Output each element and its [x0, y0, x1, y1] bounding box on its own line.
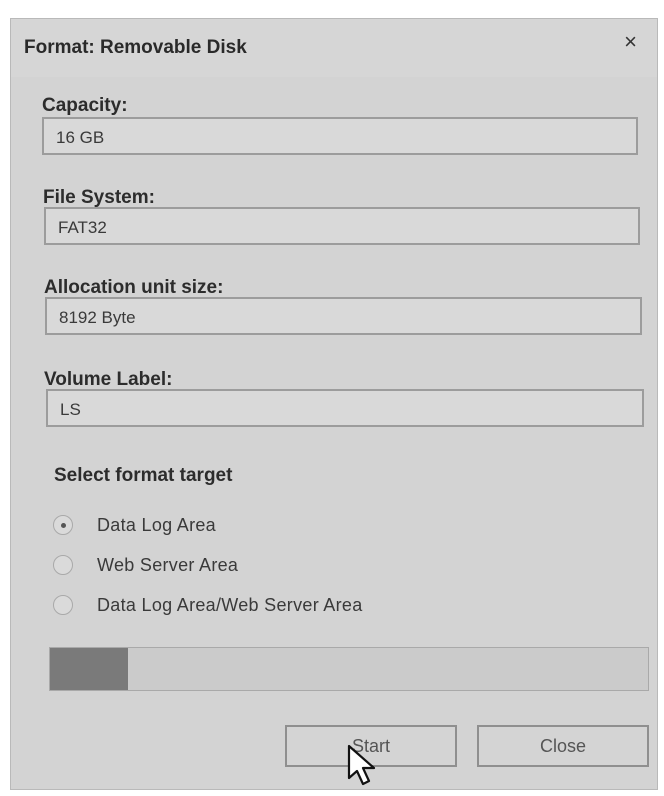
progress-fill [50, 648, 128, 690]
file-system-label: File System: [43, 187, 155, 208]
format-progress-bar [49, 647, 649, 691]
format-target-title: Select format target [54, 465, 233, 486]
dialog-title: Format: Removable Disk [24, 37, 247, 58]
close-icon[interactable]: × [624, 29, 637, 55]
title-bar: Format: Removable Disk × [11, 19, 657, 77]
radio-data-log-web-server-area[interactable]: Data Log Area/Web Server Area [53, 592, 363, 618]
radio-web-server-area[interactable]: Web Server Area [53, 552, 238, 578]
volume-label-input[interactable]: LS [46, 389, 644, 427]
close-button[interactable]: Close [477, 725, 649, 767]
radio-label: Web Server Area [97, 554, 239, 575]
radio-label: Data Log Area [97, 514, 216, 535]
format-dialog: Format: Removable Disk × Capacity: 16 GB… [10, 18, 658, 790]
allocation-unit-select[interactable]: 8192 Byte [45, 297, 642, 335]
file-system-select[interactable]: FAT32 [44, 207, 640, 245]
radio-button[interactable] [53, 595, 73, 615]
radio-data-log-area[interactable]: Data Log Area [53, 512, 216, 538]
capacity-field[interactable]: 16 GB [42, 117, 638, 155]
capacity-label: Capacity: [42, 95, 128, 116]
radio-button[interactable] [53, 555, 73, 575]
start-button[interactable]: Start [285, 725, 457, 767]
radio-label: Data Log Area/Web Server Area [97, 594, 363, 615]
allocation-unit-label: Allocation unit size: [44, 277, 224, 298]
volume-label-label: Volume Label: [44, 369, 173, 390]
radio-button-selected[interactable] [53, 515, 73, 535]
